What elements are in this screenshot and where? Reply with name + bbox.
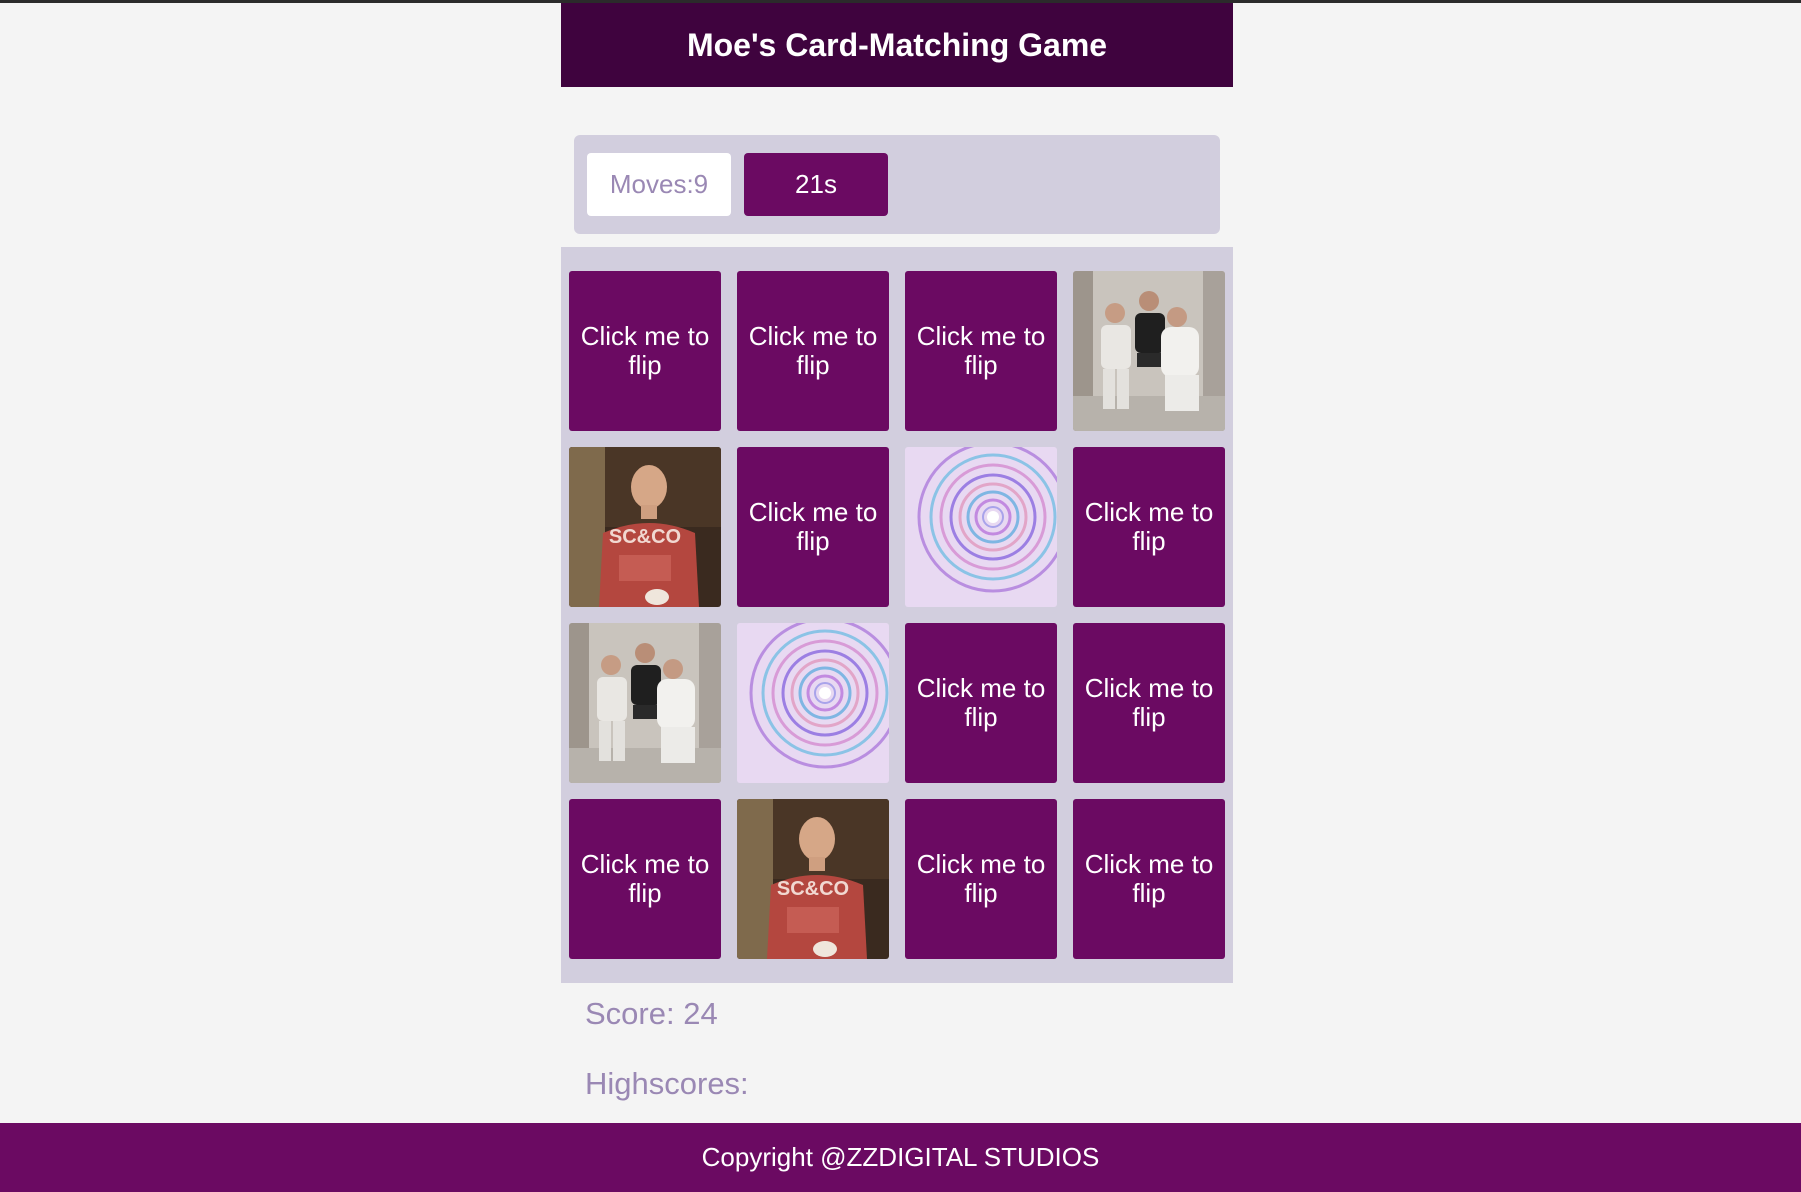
footer: Copyright @ZZDIGITAL STUDIOS [0,1123,1801,1192]
card-back[interactable]: Click me to flip [569,799,721,959]
swirl-tunnel-image [737,623,889,783]
svg-text:SC&CO: SC&CO [777,878,849,900]
card-back[interactable]: Click me to flip [905,799,1057,959]
card-back[interactable]: Click me to flip [569,271,721,431]
card-back[interactable]: Click me to flip [1073,623,1225,783]
score-display: Score: 24 [585,996,718,1031]
card-face-three-men-photo[interactable] [569,623,721,783]
timer-display: 21s [744,153,888,216]
card-back[interactable]: Click me to flip [905,623,1057,783]
card-face-man-red-shirt-photo[interactable]: SC&CO [737,799,889,959]
card-board: Click me to flip Click me to flip Click … [561,247,1233,983]
card-back[interactable]: Click me to flip [905,271,1057,431]
card-face-three-men-photo[interactable] [1073,271,1225,431]
card-back[interactable]: Click me to flip [737,447,889,607]
card-face-man-red-shirt-photo[interactable]: SC&CO [569,447,721,607]
three-men-photo [569,623,721,783]
game-header: Moe's Card-Matching Game [561,3,1233,87]
stats-bar: Moves:9 21s [574,135,1220,234]
svg-text:SC&CO: SC&CO [609,526,681,548]
moves-counter: Moves:9 [587,153,731,216]
card-face-swirl-tunnel-image[interactable] [737,623,889,783]
game-title: Moe's Card-Matching Game [686,26,1108,63]
swirl-tunnel-image [905,447,1057,607]
card-back[interactable]: Click me to flip [737,271,889,431]
man-red-shirt-photo: SC&CO [737,799,889,959]
card-back[interactable]: Click me to flip [1073,447,1225,607]
three-men-photo [1073,271,1225,431]
highscores-heading: Highscores: [585,1066,749,1101]
card-back[interactable]: Click me to flip [1073,799,1225,959]
man-red-shirt-photo: SC&CO [569,447,721,607]
card-face-swirl-tunnel-image[interactable] [905,447,1057,607]
copyright-text: Copyright @ZZDIGITAL STUDIOS [701,1142,1100,1172]
